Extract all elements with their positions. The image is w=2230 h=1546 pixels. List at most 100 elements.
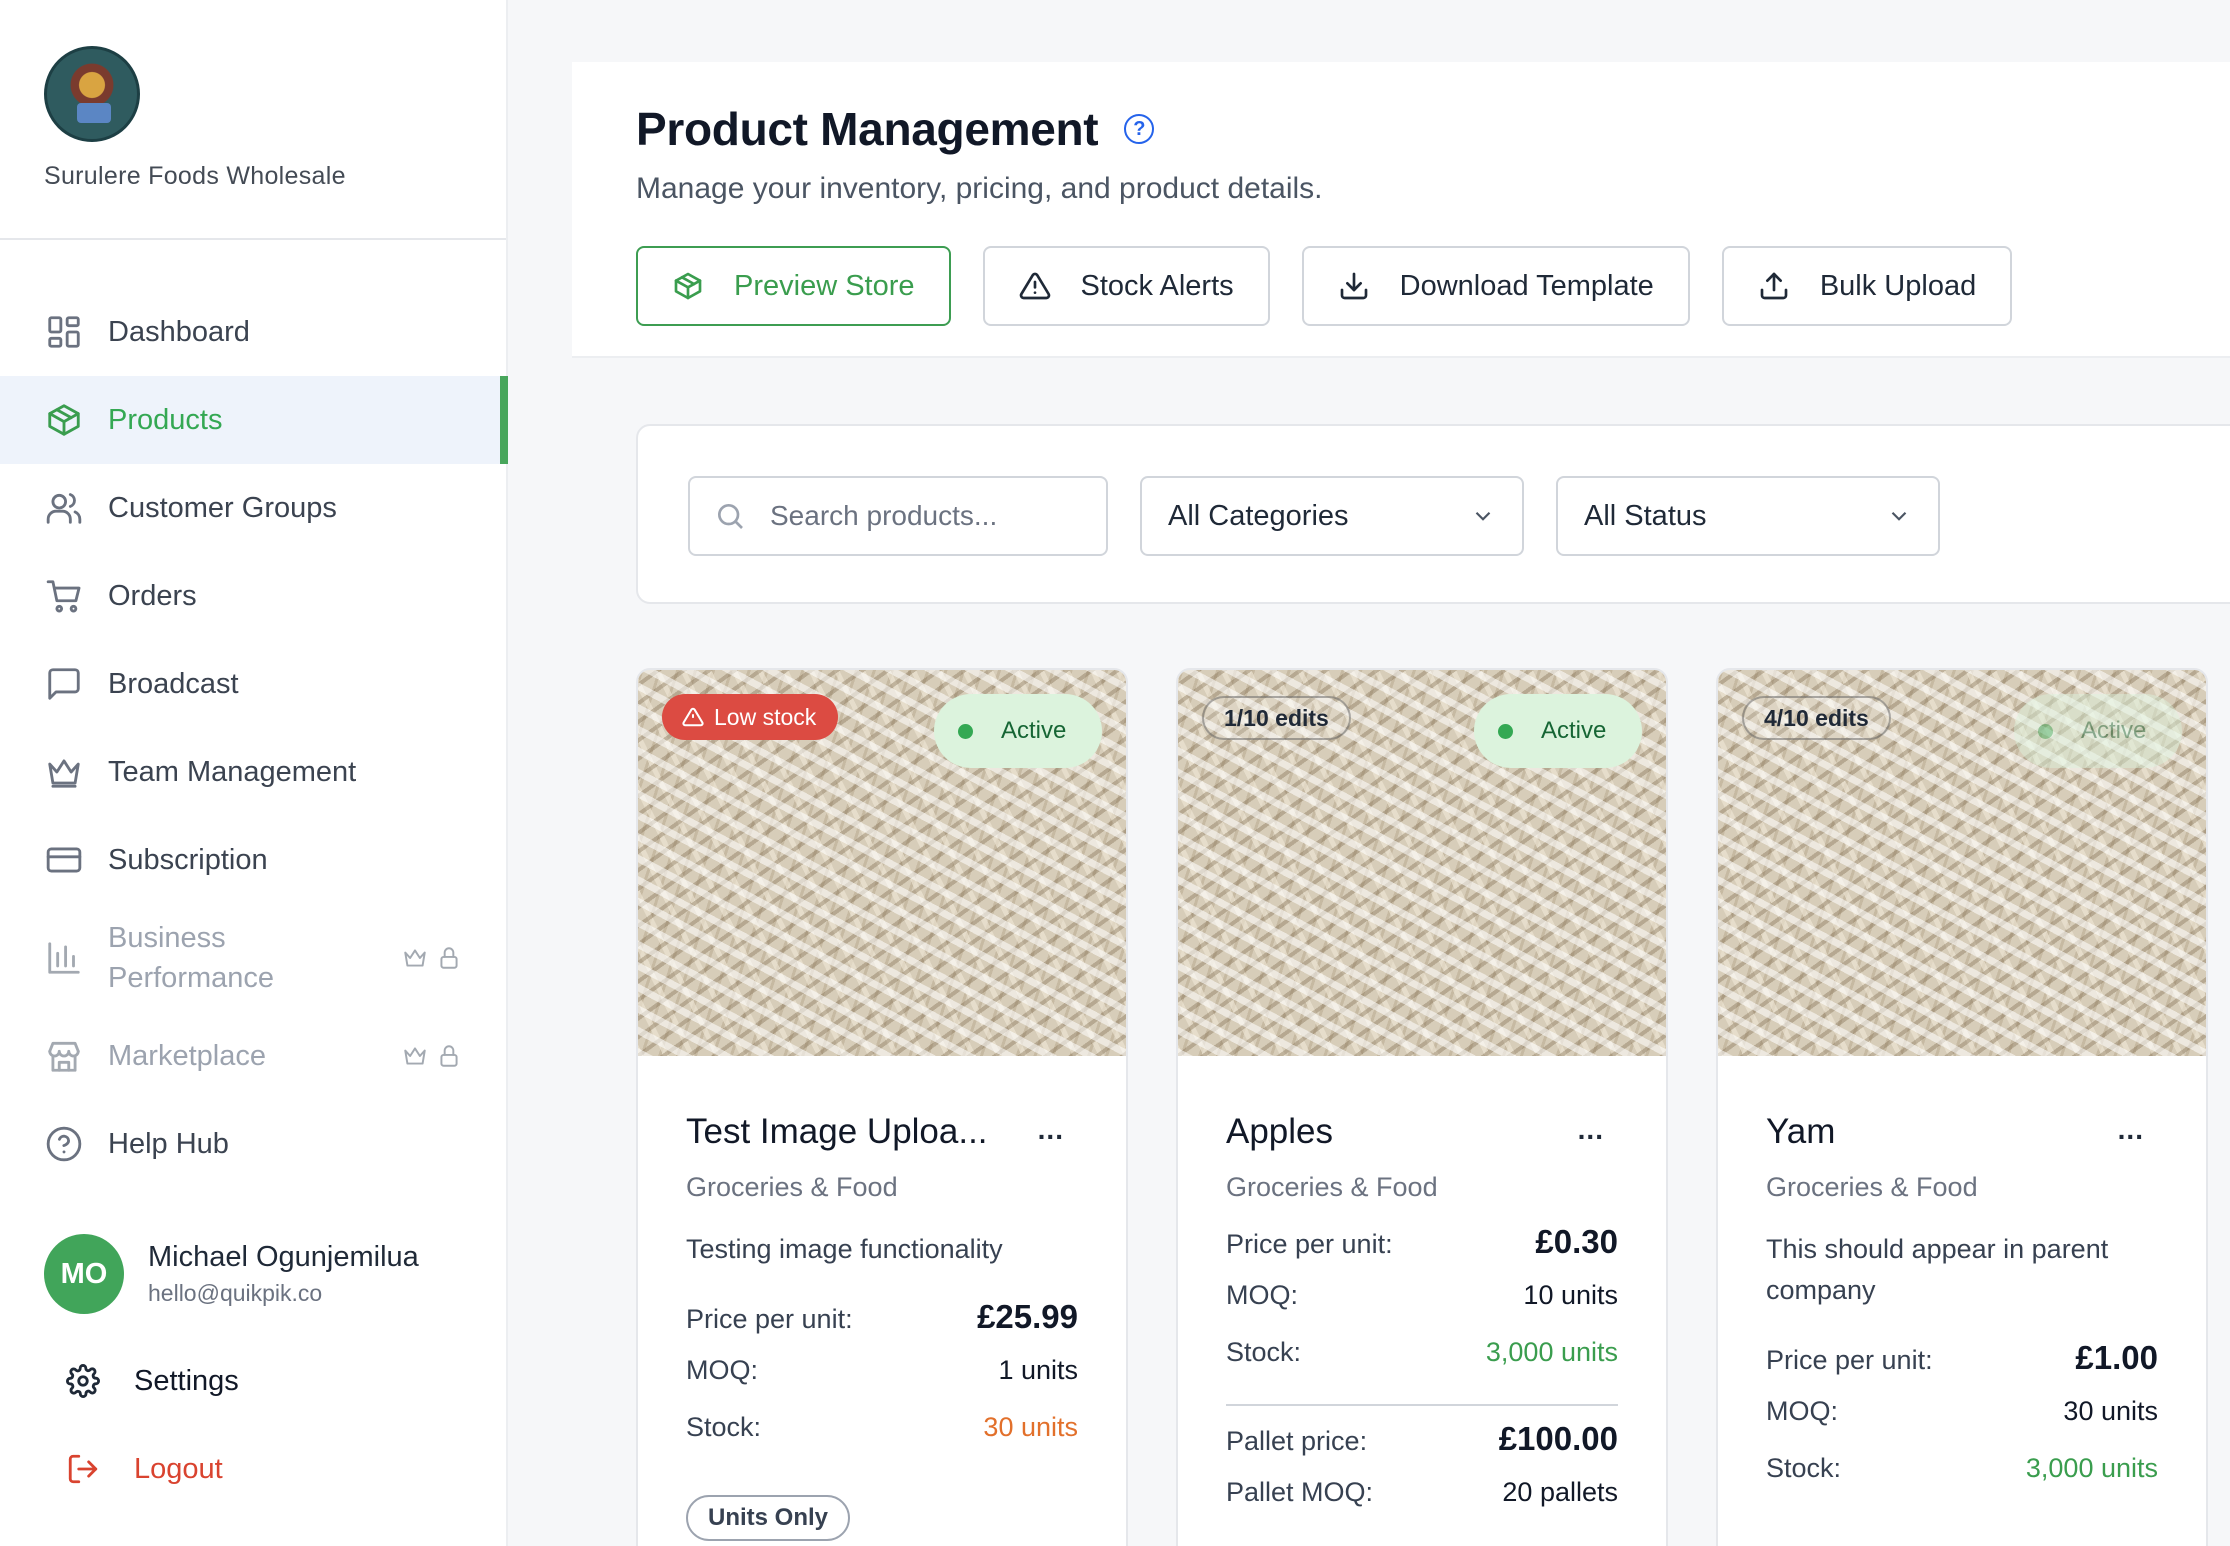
status-label: Active — [1541, 717, 1607, 744]
stock-value: 3,000 units — [2025, 1453, 2158, 1483]
product-image: Low stock Active — [638, 670, 1126, 1056]
status-badge[interactable]: Active — [1474, 694, 1642, 768]
category-select[interactable]: All Categories — [1140, 476, 1524, 556]
more-options-icon[interactable]: ... — [2118, 1114, 2144, 1146]
logout-label: Logout — [134, 1452, 223, 1485]
settings-label: Settings — [134, 1364, 239, 1397]
price-row: Price per unit: £1.00 — [1766, 1339, 2158, 1396]
user-profile[interactable]: MO Michael Ogunjemilua hello@quikpik.co — [44, 1234, 419, 1314]
sidebar-item-label: Business Performance — [108, 922, 275, 994]
sidebar-item-products[interactable]: Products — [0, 376, 508, 464]
moq-value: 10 units — [1523, 1280, 1618, 1310]
category-select-value: All Categories — [1168, 499, 1349, 532]
bulk-upload-button[interactable]: Bulk Upload — [1721, 246, 2013, 326]
product-card[interactable]: 4/10 edits Active Yam ... Groceries & Fo… — [1716, 668, 2208, 1546]
product-title: Apples — [1226, 1112, 1334, 1151]
message-icon — [44, 664, 84, 704]
search-icon — [718, 503, 743, 529]
download-template-button[interactable]: Download Template — [1301, 246, 1690, 326]
brand-header: Surulere Foods Wholesale — [0, 0, 506, 240]
card-body: Test Image Uploa... ... Groceries & Food… — [638, 1056, 1126, 1541]
product-title: Yam — [1766, 1112, 1836, 1151]
moq-row: MOQ: 10 units — [1226, 1280, 1618, 1337]
cart-icon — [44, 576, 84, 616]
chevron-down-icon — [1475, 511, 1491, 521]
sidebar-item-customer-groups[interactable]: Customer Groups — [0, 464, 508, 552]
sidebar: Surulere Foods Wholesale Dashboard Produ… — [0, 0, 508, 1546]
sidebar-nav: Dashboard Products Customer Groups Order… — [0, 288, 508, 1188]
edits-badge: 1/10 edits — [1202, 696, 1351, 740]
moq-value: 30 units — [2063, 1396, 2158, 1426]
sidebar-item-label: Subscription — [108, 843, 268, 876]
status-badge[interactable]: Active — [2014, 694, 2182, 768]
moq-row: MOQ: 1 units — [686, 1355, 1078, 1412]
pallet-price-label: Pallet price: — [1226, 1426, 1368, 1456]
stock-label: Stock: — [1766, 1453, 1842, 1483]
price-row: Price per unit: £25.99 — [686, 1298, 1078, 1355]
price-label: Price per unit: — [686, 1304, 853, 1334]
product-details: Price per unit: £1.00 MOQ: 30 units Stock:… — [1766, 1339, 2158, 1510]
sidebar-item-label: Customer Groups — [108, 491, 337, 524]
product-card[interactable]: 1/10 edits Active Apples ... Groceries &… — [1176, 668, 1668, 1546]
box-icon — [674, 272, 702, 300]
product-card[interactable]: Low stock Active Test Image Uploa... ...… — [636, 668, 1128, 1546]
stock-row: Stock: 3,000 units — [1766, 1453, 2158, 1510]
sidebar-item-business-performance[interactable]: Business Performance — [0, 904, 508, 1012]
brand-name: Surulere Foods Wholesale — [44, 162, 346, 190]
user-info: Michael Ogunjemilua hello@quikpik.co — [148, 1241, 419, 1307]
moq-label: MOQ: — [1766, 1396, 1838, 1426]
sidebar-item-help-hub[interactable]: Help Hub — [0, 1100, 508, 1188]
price-label: Price per unit: — [1766, 1345, 1933, 1375]
logout-link[interactable]: Logout — [66, 1452, 223, 1486]
brand-logo[interactable] — [44, 46, 140, 142]
sidebar-item-label: Team Management — [108, 755, 357, 788]
status-select-value: All Status — [1584, 499, 1707, 532]
users-icon — [44, 488, 84, 528]
pallet-price-row: Pallet price: £100.00 — [1226, 1420, 1618, 1477]
moq-label: MOQ: — [1226, 1280, 1298, 1310]
sidebar-item-broadcast[interactable]: Broadcast — [0, 640, 508, 728]
sidebar-item-label: Orders — [108, 579, 197, 612]
stock-row: Stock: 30 units — [686, 1412, 1078, 1469]
price-label: Price per unit: — [1226, 1229, 1393, 1259]
bulk-upload-label: Bulk Upload — [1819, 269, 1977, 302]
sidebar-item-team-management[interactable]: Team Management — [0, 728, 508, 816]
preview-store-button[interactable]: Preview Store — [636, 246, 951, 326]
pallet-moq-row: Pallet MOQ: 20 pallets — [1226, 1477, 1618, 1534]
stock-alerts-button[interactable]: Stock Alerts — [982, 246, 1270, 326]
sidebar-item-marketplace[interactable]: Marketplace — [0, 1012, 508, 1100]
title-row: Product Management ? — [636, 102, 1155, 156]
status-badge[interactable]: Active — [934, 694, 1102, 768]
sidebar-item-dashboard[interactable]: Dashboard — [0, 288, 508, 376]
sidebar-item-orders[interactable]: Orders — [0, 552, 508, 640]
units-only-pill: Units Only — [686, 1495, 851, 1541]
lock-icon — [440, 947, 458, 969]
status-select[interactable]: All Status — [1556, 476, 1940, 556]
more-options-icon[interactable]: ... — [1038, 1114, 1064, 1146]
more-options-icon[interactable]: ... — [1578, 1114, 1604, 1146]
help-icon[interactable]: ? — [1124, 114, 1155, 144]
product-category: Groceries & Food — [1226, 1172, 1438, 1202]
box-icon — [44, 400, 84, 440]
price-value: £0.30 — [1535, 1223, 1618, 1260]
search-input[interactable] — [770, 500, 1090, 532]
stock-value: 3,000 units — [1485, 1337, 1618, 1367]
download-template-label: Download Template — [1399, 269, 1654, 302]
sidebar-item-label: Marketplace — [108, 1040, 266, 1072]
price-value: £1.00 — [2075, 1339, 2158, 1376]
chevron-down-icon — [1891, 511, 1907, 521]
low-stock-label: Low stock — [714, 703, 817, 730]
settings-link[interactable]: Settings — [66, 1364, 239, 1398]
card-icon — [44, 840, 84, 880]
sidebar-item-label: Broadcast — [108, 667, 239, 700]
status-dot-icon — [2038, 723, 2053, 739]
product-category: Groceries & Food — [686, 1172, 898, 1202]
card-body: Yam ... Groceries & Food This should app… — [1718, 1056, 2206, 1510]
sidebar-item-subscription[interactable]: Subscription — [0, 816, 508, 904]
user-email: hello@quikpik.co — [148, 1280, 323, 1306]
moq-row: MOQ: 30 units — [1766, 1396, 2158, 1453]
stock-label: Stock: — [1226, 1337, 1302, 1367]
search-box[interactable] — [688, 476, 1108, 556]
product-description: This should appear in parent company — [1766, 1234, 2109, 1305]
moq-label: MOQ: — [686, 1355, 758, 1385]
